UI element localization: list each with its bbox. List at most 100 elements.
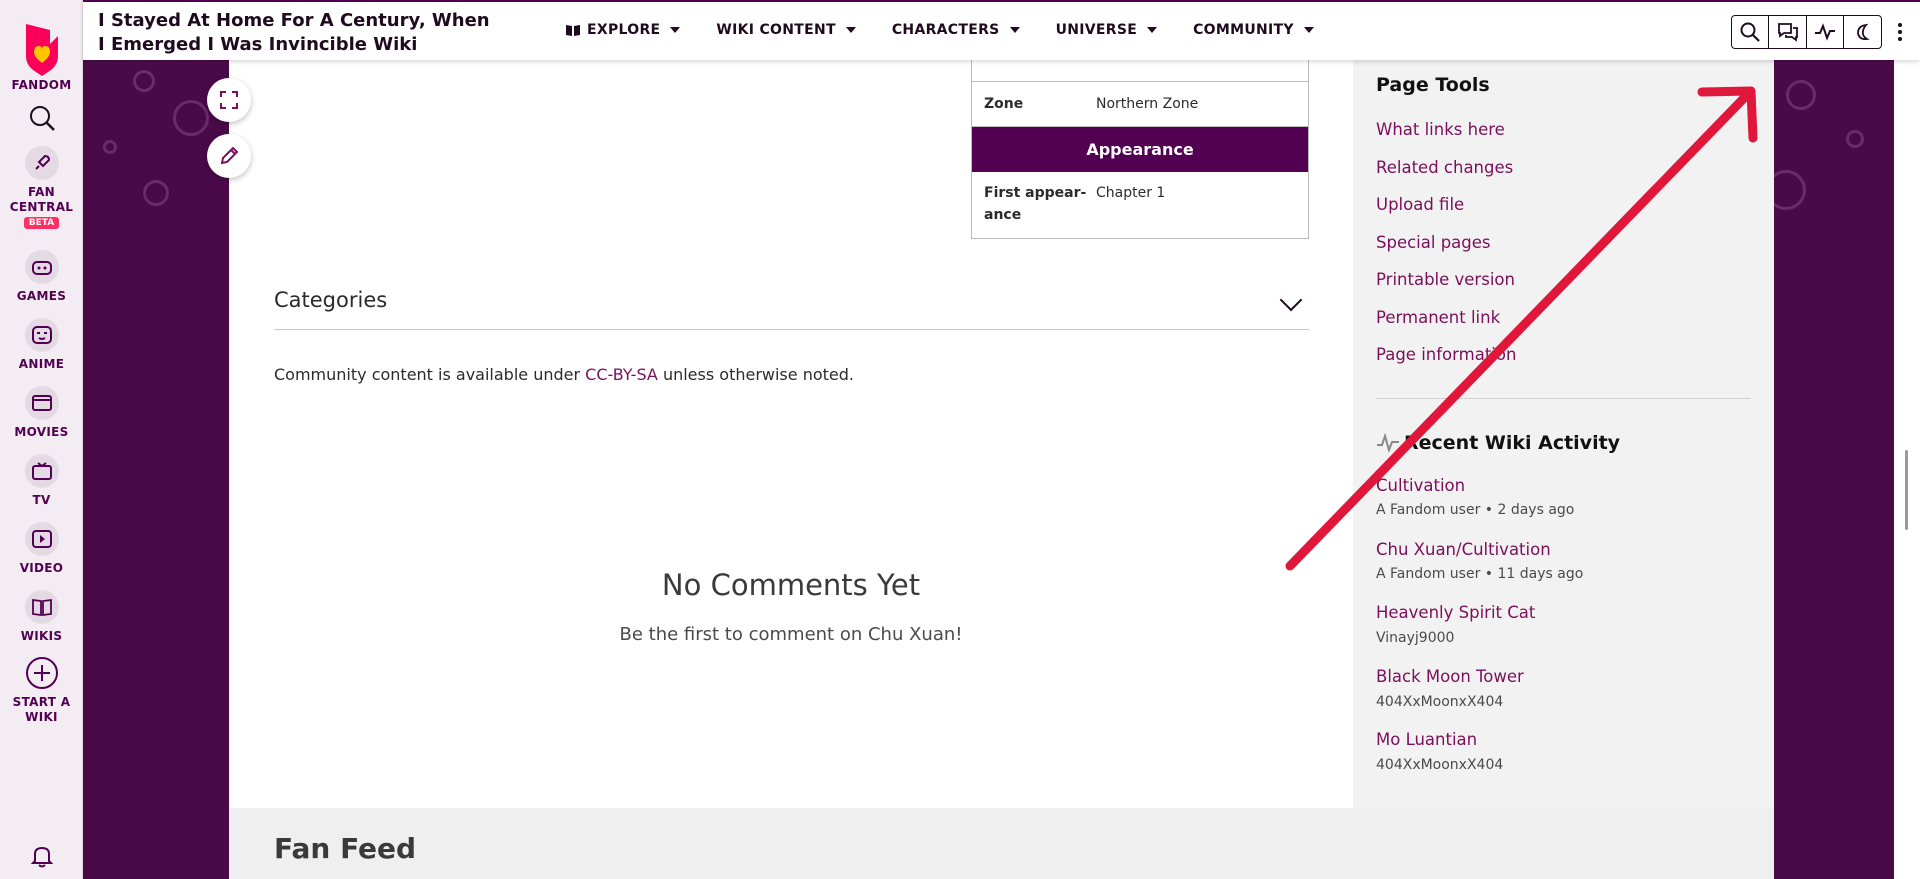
video-nav-item[interactable]: VIDEO [0, 522, 83, 576]
activity-icon [1377, 433, 1399, 453]
notifications-button[interactable] [0, 844, 83, 868]
anime-label: ANIME [18, 357, 65, 371]
infobox: World Chaos, Nine Zones Zone Northern Zo… [971, 50, 1309, 239]
bell-icon [30, 846, 53, 868]
nav-explore-label: EXPLORE [587, 22, 661, 38]
activity-item-title[interactable]: Chu Xuan/Cultivation [1376, 540, 1551, 559]
fan-feed-title: Fan Feed [274, 832, 417, 865]
nav-wiki-content[interactable]: WIKI CONTENT [716, 22, 856, 38]
activity-icon [1815, 23, 1835, 41]
page-tool-link[interactable]: Special pages [1376, 233, 1491, 252]
license-link[interactable]: CC-BY-SA [585, 365, 658, 384]
fandom-brand-label: FANDOM [11, 78, 72, 92]
wiki-title[interactable]: I Stayed At Home For A Century, When I E… [98, 9, 498, 57]
start-a-wiki-nav-item[interactable]: START A WIKI [0, 656, 83, 725]
page-tool-link[interactable]: Page information [1376, 345, 1516, 364]
expand-icon [220, 91, 238, 109]
categories-title: Categories [274, 288, 388, 312]
categories-section[interactable]: Categories [274, 278, 1309, 330]
wikis-label: WIKIS [20, 629, 63, 643]
fan-feed-section: Fan Feed [229, 808, 1774, 879]
wikis-nav-item[interactable]: WIKIS [0, 590, 83, 644]
infobox-label: Zone [984, 96, 1024, 112]
fan-central-label: FAN CENTRAL [9, 185, 74, 214]
infobox-value: Chapter 1 [1096, 185, 1166, 201]
activity-item-meta: A Fandom user • 2 days ago [1376, 502, 1575, 518]
infobox-label: First appear- ance [984, 185, 1087, 223]
page-tool-link[interactable]: Related changes [1376, 158, 1513, 177]
infobox-value: Northern Zone [1096, 96, 1199, 112]
movies-nav-item[interactable]: MOVIES [0, 386, 83, 440]
chevron-down-icon[interactable] [1279, 288, 1303, 312]
rocket-icon [24, 146, 59, 180]
article-content: World Chaos, Nine Zones Zone Northern Zo… [207, 50, 1353, 808]
activity-item-meta: Vinayj9000 [1376, 630, 1455, 646]
activity-item-title[interactable]: Heavenly Spirit Cat [1376, 603, 1535, 622]
page-tools-title: Page Tools [1376, 74, 1490, 96]
fullscreen-button[interactable] [207, 78, 251, 122]
caret-down-icon [1009, 27, 1020, 33]
nav-community-label: COMMUNITY [1193, 22, 1294, 38]
kebab-menu-icon [1898, 23, 1902, 41]
beta-badge: BETA [23, 217, 60, 229]
page-scrollbar[interactable] [1894, 60, 1920, 879]
nav-universe[interactable]: UNIVERSE [1056, 22, 1158, 38]
page-tool-link[interactable]: What links here [1376, 120, 1505, 139]
activity-item-title[interactable]: Black Moon Tower [1376, 667, 1524, 686]
fan-central-nav-item[interactable]: FAN CENTRAL BETA [0, 146, 83, 229]
recent-activity-header: Recent Wiki Activity [1376, 432, 1620, 454]
activity-item-meta: 404XxMoonxX404 [1376, 694, 1504, 710]
tv-nav-item[interactable]: TV [0, 454, 83, 508]
tv-icon [24, 454, 59, 488]
games-nav-item[interactable]: GAMES [0, 250, 83, 304]
nav-universe-label: UNIVERSE [1055, 22, 1138, 38]
more-options-button[interactable] [1886, 15, 1914, 49]
caret-down-icon [1147, 27, 1158, 33]
plus-circle-icon [25, 657, 58, 689]
activity-button[interactable] [1805, 15, 1845, 49]
recent-activity-title: Recent Wiki Activity [1404, 432, 1621, 454]
infobox-row-zone: Zone Northern Zone [972, 82, 1308, 127]
scrollbar-thumb[interactable] [1905, 450, 1908, 530]
page-tool-link[interactable]: Printable version [1376, 270, 1515, 289]
comments-empty-state: No Comments Yet Be the first to comment … [229, 568, 1353, 645]
fandom-logo[interactable]: FANDOM [0, 10, 83, 93]
anime-face-icon [24, 318, 59, 352]
discussion-icon [1777, 23, 1798, 42]
global-navigation: FANDOM FAN CENTRAL BETA GAMES ANIME MOVI… [0, 0, 83, 879]
activity-item-meta: A Fandom user • 11 days ago [1376, 566, 1584, 582]
right-rail: Page Tools What links here Related chang… [1353, 60, 1774, 808]
discussions-button[interactable] [1768, 15, 1807, 49]
start-a-wiki-label: START A WIKI [12, 695, 71, 724]
edit-button[interactable] [207, 134, 251, 178]
no-comments-title: No Comments Yet [661, 568, 921, 602]
search-nav-button[interactable] [0, 104, 83, 132]
games-label: GAMES [16, 289, 67, 303]
nav-wiki-content-label: WIKI CONTENT [716, 22, 836, 38]
nav-explore[interactable]: EXPLORE [565, 22, 681, 38]
page-container: World Chaos, Nine Zones Zone Northern Zo… [207, 50, 1774, 879]
film-icon [24, 386, 59, 420]
tv-label: TV [32, 493, 51, 507]
header-actions [1730, 15, 1914, 49]
page-tool-link[interactable]: Upload file [1376, 195, 1464, 214]
activity-item-title[interactable]: Cultivation [1376, 476, 1465, 495]
wiki-header: I Stayed At Home For A Century, When I E… [83, 0, 1920, 60]
background-pattern-left [83, 60, 229, 879]
dark-mode-toggle[interactable] [1843, 15, 1882, 49]
activity-item-title[interactable]: Mo Luantian [1376, 730, 1477, 749]
video-label: VIDEO [19, 561, 64, 575]
nav-community[interactable]: COMMUNITY [1193, 22, 1314, 38]
license-prefix: Community content is available under [274, 365, 586, 384]
no-comments-subtitle: Be the first to comment on Chu Xuan! [619, 624, 963, 645]
wiki-navigation: EXPLORE WIKI CONTENT CHARACTERS UNIVERSE… [565, 22, 1314, 38]
search-button[interactable] [1730, 15, 1770, 49]
play-icon [24, 522, 59, 556]
license-notice: Community content is available under CC-… [274, 365, 854, 384]
license-suffix: unless otherwise noted. [657, 365, 854, 384]
nav-characters[interactable]: CHARACTERS [892, 22, 1020, 38]
page-tool-link[interactable]: Permanent link [1376, 308, 1500, 327]
moon-icon [1856, 23, 1870, 41]
anime-nav-item[interactable]: ANIME [0, 318, 83, 372]
search-icon [1740, 22, 1760, 42]
